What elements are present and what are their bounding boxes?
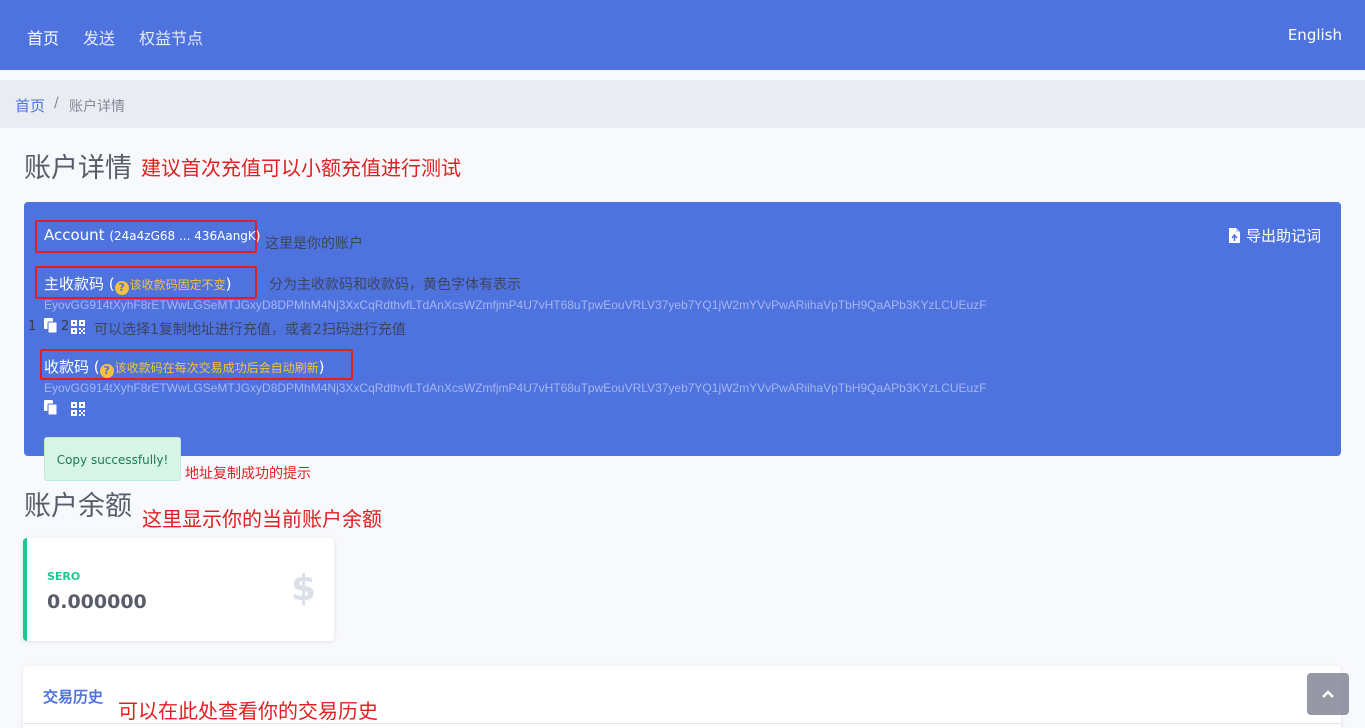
main-code-label-row: 主收款码 (? 该收款码固定不变): [44, 275, 232, 295]
main-code-annotation: 分为主收款码和收款码，黄色字体有表示: [269, 277, 521, 293]
qr-code-icon: [71, 320, 85, 334]
nav-home[interactable]: 首页: [27, 25, 59, 49]
export-mnemonic-button[interactable]: 导出助记词: [1228, 225, 1321, 246]
copy-option-number: 1: [28, 319, 37, 334]
main-code-address[interactable]: EyovGG914tXyhF8rETWwLGSeMTJGxyD8DPMhM4Nj…: [44, 298, 987, 312]
qr-code-icon: [71, 402, 85, 416]
scroll-to-top-button[interactable]: [1307, 673, 1349, 715]
copy-success-toast: Copy successfully!: [44, 437, 181, 481]
language-switch[interactable]: English: [1288, 26, 1342, 44]
code-address[interactable]: EyovGG914tXyhF8rETWwLGSeMTJGxyD8DPMhM4Nj…: [44, 381, 987, 395]
question-icon: ?: [114, 281, 129, 295]
nav-send[interactable]: 发送: [83, 25, 115, 49]
dollar-icon: $: [290, 568, 316, 609]
balance-amount: 0.000000: [47, 591, 147, 613]
balance-card: SERO 0.000000 $: [23, 538, 334, 641]
balance-currency: SERO: [47, 570, 81, 583]
breadcrumb-separator: /: [54, 95, 59, 111]
question-icon: ?: [99, 364, 114, 378]
copy-icon: [44, 318, 58, 334]
export-mnemonic-label: 导出助记词: [1245, 227, 1321, 245]
main-code-label: 主收款码: [44, 275, 105, 293]
file-export-icon: [1229, 228, 1241, 243]
chevron-up-icon: [1322, 690, 1334, 698]
history-title: 交易历史: [43, 688, 104, 706]
code-warning: 该收款码在每次交易成功后会自动刷新: [114, 361, 319, 375]
qr-option-number: 2: [61, 319, 70, 334]
history-annotation: 可以在此处查看你的交易历史: [118, 699, 378, 723]
balance-annotation: 这里显示你的当前账户余额: [142, 507, 382, 531]
main-code-warning: 该收款码固定不变: [129, 278, 226, 292]
account-label-row: Account (24a4zG68 ... 436AangK): [44, 226, 260, 244]
icons-annotation: 可以选择1复制地址进行充值，或者2扫码进行充值: [94, 322, 406, 338]
copy-icon: [44, 400, 58, 416]
balance-title: 账户余额: [24, 491, 132, 522]
code-label-row: 收款码 (? 该收款码在每次交易成功后会自动刷新): [44, 358, 325, 378]
code-label: 收款码: [44, 358, 90, 376]
account-label: Account: [44, 226, 105, 244]
breadcrumb-home-link[interactable]: 首页: [15, 95, 45, 116]
account-annotation: 这里是你的账户: [265, 236, 363, 252]
breadcrumb: 首页 / 账户详情: [0, 80, 1365, 128]
account-title: 账户详情: [24, 153, 132, 184]
top-navbar: 首页 发送 权益节点 English: [0, 0, 1365, 70]
copy-code-address-button[interactable]: [44, 400, 58, 419]
breadcrumb-current: 账户详情: [69, 99, 125, 115]
qr-code-address-button[interactable]: [71, 401, 85, 420]
copy-main-address-button[interactable]: [44, 318, 58, 337]
account-title-annotation: 建议首次充值可以小额充值进行测试: [141, 156, 461, 180]
account-short-id: (24a4zG68 ... 436AangK): [109, 229, 261, 243]
account-card: 导出助记词 Account (24a4zG68 ... 436AangK) 这里…: [24, 202, 1341, 456]
qr-main-address-button[interactable]: [71, 319, 85, 338]
toast-annotation: 地址复制成功的提示: [185, 466, 311, 482]
nav-stake-nodes[interactable]: 权益节点: [139, 25, 203, 49]
